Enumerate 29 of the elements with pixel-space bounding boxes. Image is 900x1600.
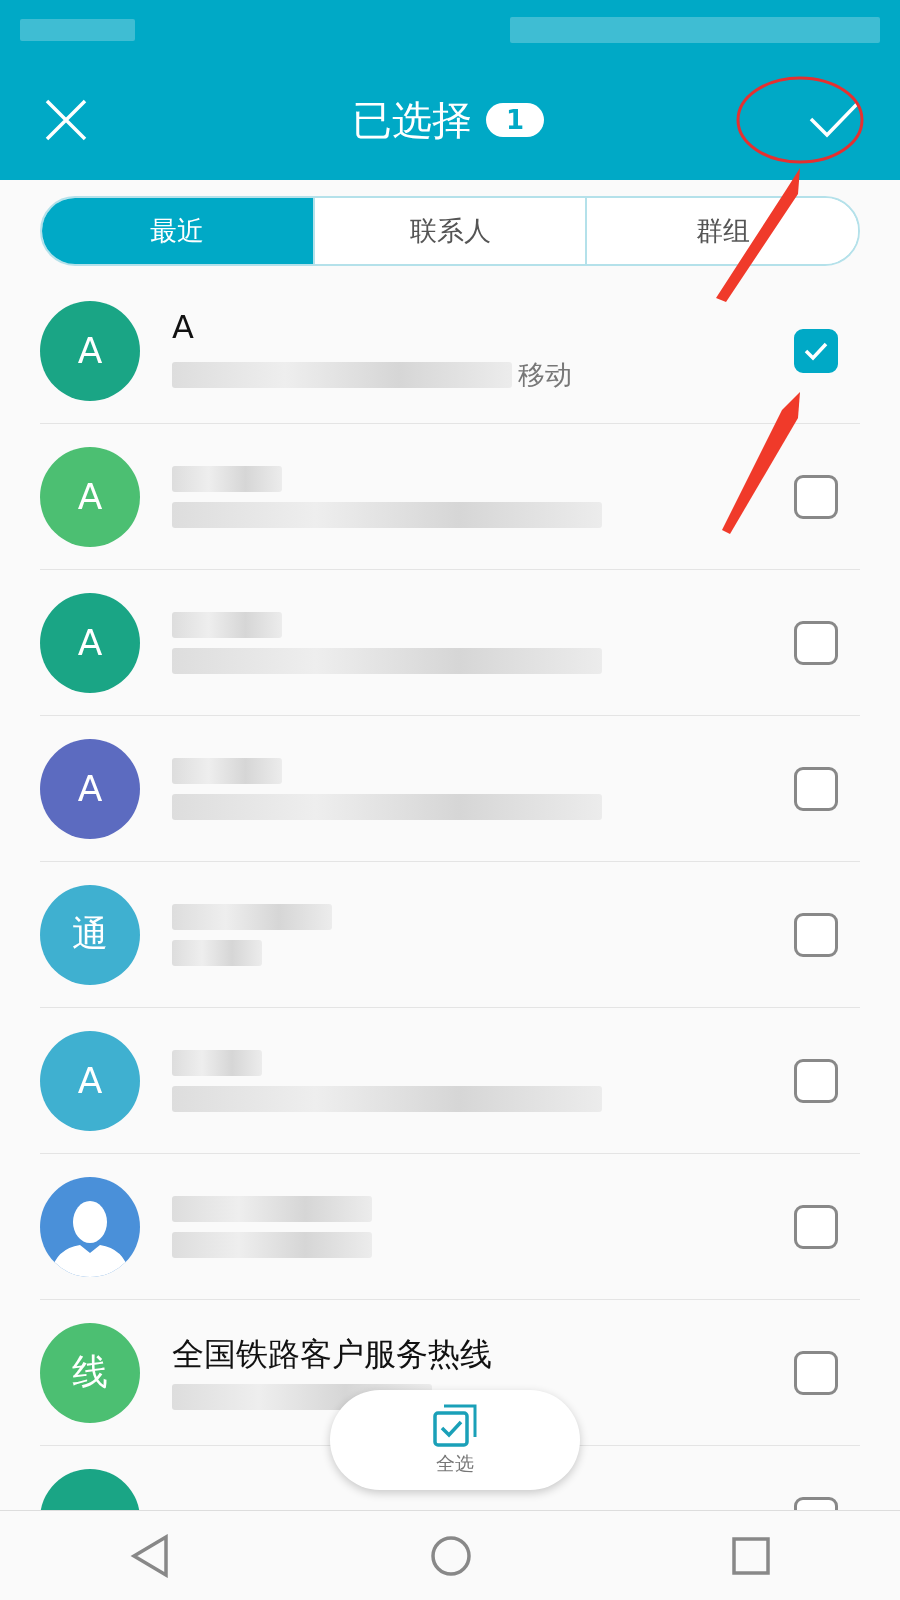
avatar: A [40,300,140,401]
home-icon[interactable] [430,1535,472,1577]
contact-detail: 移动 [518,357,572,392]
avatar: A [40,592,140,693]
select-all-icon [432,1403,478,1447]
checkbox[interactable] [794,328,838,373]
checkbox[interactable] [794,1204,838,1249]
checkbox[interactable] [794,1058,838,1103]
checkbox[interactable] [794,474,838,519]
checkbox[interactable] [794,766,838,811]
check-icon [803,340,829,361]
avatar: A [40,446,140,547]
header-title: 已选择 [351,95,472,145]
select-all-button[interactable]: 全选 [330,1390,580,1490]
checkbox[interactable] [794,620,838,665]
tab[interactable]: 群组 [585,198,858,264]
avatar: A [40,1030,140,1131]
recents-icon[interactable] [732,1537,770,1575]
avatar: 通 [40,884,140,985]
confirm-check-icon[interactable] [808,101,860,139]
contact-name: 全国铁路客户服务热线 [172,1335,493,1374]
contact-name: A [172,308,195,347]
close-icon[interactable] [44,98,88,142]
avatar: 线 [40,1322,140,1423]
checkbox[interactable] [794,1350,838,1395]
checkbox[interactable] [794,912,838,957]
back-icon[interactable] [130,1534,170,1578]
selection-count-badge: 1 [485,103,545,137]
avatar: A [40,738,140,839]
